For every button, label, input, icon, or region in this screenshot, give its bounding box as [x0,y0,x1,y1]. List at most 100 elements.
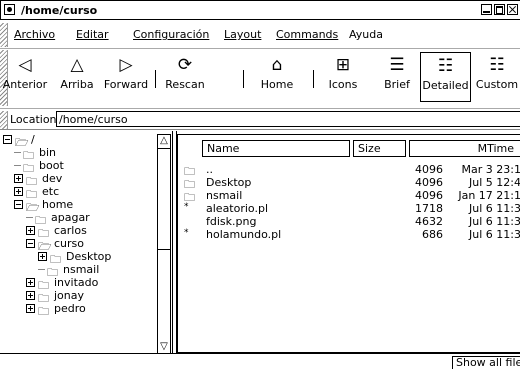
tree-item-label: nsmail [63,263,100,276]
brief-view-button[interactable]: ☰ Brief [376,52,418,102]
tree-item-label: etc [42,185,60,198]
close-icon[interactable] [507,4,518,15]
tree-item-label: pedro [54,302,86,315]
menu-editar[interactable]: Editar [76,28,109,41]
show-all-files-toggle[interactable]: Show all files [452,356,520,369]
forward-icon: ▷ [119,55,133,75]
file-row[interactable]: 🗀 .. 4096 Mar 3 23:17 [178,163,520,178]
menu-commands[interactable]: Commands [276,28,338,41]
folder-icon: 🗀 [38,305,49,318]
file-row[interactable]: * aleatorio.pl 1718 Jul 6 11:30 [178,202,520,215]
file-row[interactable]: * holamundo.pl 686 Jul 6 11:30 [178,228,520,241]
tree-item-label: bin [39,146,57,159]
tree-item-label: jonay [54,289,85,302]
scroll-down-icon[interactable]: ▽ [158,341,170,353]
column-header-mtime[interactable]: MTime [409,140,520,157]
expand-icon[interactable] [38,252,47,261]
file-name: holamundo.pl [206,228,282,241]
brief-view-icon: ☰ [389,55,405,75]
location-input[interactable] [56,111,520,127]
file-size: 4096 [415,163,443,176]
tree-item-label: invitado [54,276,99,289]
expand-icon[interactable] [26,226,35,235]
menu-layout-label: Layout [224,28,262,41]
file-mtime: Mar 3 23:17 [461,163,520,176]
file-mtime: Jul 6 11:37 [469,215,520,228]
icons-view-label: Icons [328,78,358,91]
rescan-label: Rescan [165,78,205,91]
expand-icon[interactable] [14,187,23,196]
expand-icon[interactable] [26,304,35,313]
minimize-icon[interactable] [481,4,492,15]
back-label: Anterior [2,78,48,91]
menu-archivo-label: Archivo [14,28,56,41]
file-size: 686 [422,228,443,241]
custom-view-button[interactable]: ☷ Custom [474,52,520,102]
collapse-icon[interactable] [26,239,35,248]
menu-configuracion-label: Configuración [133,28,210,41]
file-name: fdisk.png [206,215,257,228]
icons-view-button[interactable]: ⊞ Icons [322,52,364,102]
file-mtime: Jul 5 12:40 [469,176,520,189]
scrollbar-thumb[interactable] [158,148,170,250]
back-icon: ◁ [18,55,32,75]
window-menu-icon[interactable] [4,4,15,15]
rescan-icon: ⟳ [177,55,193,75]
file-row[interactable]: fdisk.png 4632 Jul 6 11:37 [178,215,520,228]
tree-item-label: home [42,198,74,211]
expand-icon[interactable] [26,278,35,287]
scroll-up-icon[interactable]: △ [158,135,170,147]
home-label: Home [260,78,294,91]
file-manager-window: /home/curso Archivo Editar Configuración… [0,0,520,369]
back-button[interactable]: ◁ Anterior [0,52,50,102]
collapse-icon[interactable] [14,200,23,209]
home-button[interactable]: ⌂ Home [254,52,300,102]
file-size: 4096 [415,189,443,202]
tree-item-label: apagar [51,211,90,224]
status-bar: Show all files [0,353,520,369]
file-size: 4632 [415,215,443,228]
menu-editar-label: Editar [76,28,109,41]
tree-branch-line [26,217,33,218]
tree-branch-line [14,165,21,166]
file-size: 4096 [415,176,443,189]
file-name: .. [206,163,213,176]
tree-item-label: carlos [54,224,87,237]
collapse-icon[interactable] [3,135,12,144]
detailed-view-button[interactable]: ☷ Detailed [420,52,471,102]
rescan-button[interactable]: ⟳ Rescan [160,52,210,102]
up-icon: △ [70,55,84,75]
menu-commands-label: Commands [276,28,339,41]
file-name: nsmail [206,189,243,202]
toolbar-separator [155,70,156,88]
column-header-size[interactable]: Size [353,140,406,157]
file-name: aleatorio.pl [206,202,268,215]
menubar-handle[interactable] [0,23,8,47]
maximize-icon[interactable] [494,4,505,15]
column-header-name[interactable]: Name [202,140,350,157]
detailed-view-label: Detailed [422,79,469,92]
file-list: Name Size MTime 🗀 .. 4096 Mar 3 23:17 🗀 … [177,134,520,353]
menu-layout[interactable]: Layout [224,28,261,41]
up-button[interactable]: △ Arriba [55,52,99,102]
expand-icon[interactable] [14,174,23,183]
tree-branch-line [38,269,45,270]
window-title: /home/curso [21,4,98,17]
file-row[interactable]: 🗀 nsmail 4096 Jan 17 21:17 [178,189,520,204]
menu-archivo[interactable]: Archivo [14,28,55,41]
location-bar: Location: [0,109,520,130]
forward-button[interactable]: ▷ Forward [101,52,151,102]
tree-scrollbar[interactable]: △ ▽ [157,134,171,354]
file-size: 1718 [415,202,443,215]
menu-configuracion[interactable]: Configuración [133,28,209,41]
home-icon: ⌂ [271,55,283,75]
menu-ayuda[interactable]: Ayuda [349,28,383,41]
file-name: Desktop [206,176,252,189]
expand-icon[interactable] [26,291,35,300]
file-mtime: Jan 17 21:17 [458,189,520,202]
executable-icon: * [184,228,189,238]
toolbar: ◁ Anterior △ Arriba ▷ Forward ⟳ Rescan ⌂… [0,48,520,109]
title-bar[interactable]: /home/curso [0,0,520,20]
file-row[interactable]: 🗀 Desktop 4096 Jul 5 12:40 [178,176,520,191]
location-handle[interactable] [0,111,8,129]
